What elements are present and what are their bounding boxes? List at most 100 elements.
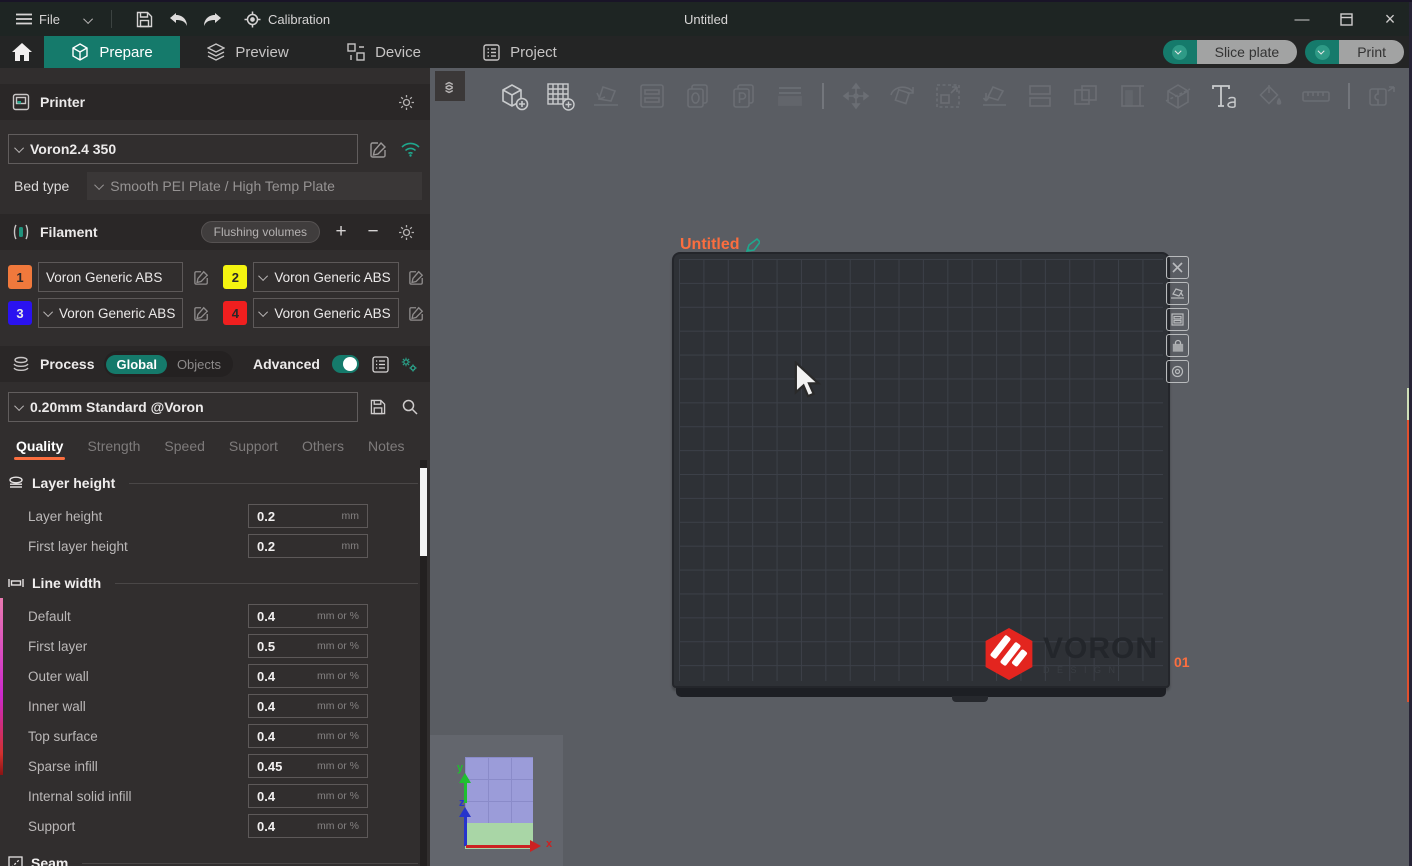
setting-label: Internal solid infill — [28, 789, 248, 804]
text-tool-icon[interactable] — [1206, 78, 1242, 114]
print-options-dropdown[interactable] — [1305, 40, 1339, 64]
file-menu-chevron[interactable] — [86, 12, 93, 27]
bed-type-select[interactable]: Smooth PEI Plate / High Temp Plate — [87, 172, 422, 200]
file-menu-button[interactable]: File — [10, 8, 66, 31]
filament-3-select[interactable]: Voron Generic ABS — [38, 298, 183, 328]
minimize-button[interactable]: — — [1280, 2, 1324, 36]
calibration-icon — [244, 11, 261, 28]
filament-1-select[interactable]: Voron Generic ABS — [38, 262, 183, 292]
tab-project-label: Project — [510, 44, 557, 61]
sidebar-scrollbar-thumb[interactable] — [420, 468, 427, 556]
printer-connection-wifi-icon[interactable] — [398, 137, 422, 161]
setting-row: Inner wall 0.4 mm or % — [28, 694, 430, 718]
measure-icon — [1298, 78, 1334, 114]
assembly-preview-thumbnail: y z x — [430, 735, 563, 866]
edit-filament-2-icon[interactable] — [405, 265, 429, 289]
maximize-button[interactable] — [1324, 2, 1368, 36]
line-width-default-input[interactable]: 0.4 mm or % — [248, 604, 368, 628]
group-seam: Seam — [0, 848, 430, 866]
main-nav: Prepare Preview Device Project Slice pl — [0, 36, 1412, 68]
add-filament-button[interactable]: + — [330, 221, 352, 243]
rotate-icon — [884, 78, 920, 114]
tab-strength[interactable]: Strength — [87, 438, 140, 460]
edit-plate-name-icon[interactable] — [746, 238, 760, 252]
edit-filament-3-icon[interactable] — [189, 301, 213, 325]
filament-3-color-badge[interactable]: 3 — [8, 301, 32, 325]
filament-4-select[interactable]: Voron Generic ABS — [253, 298, 398, 328]
build-plate[interactable]: VORON DESIGN — [672, 252, 1170, 688]
printer-preset-select[interactable]: Voron2.4 350 — [8, 134, 358, 164]
close-button[interactable]: × — [1368, 2, 1412, 36]
color-paint-icon — [1252, 78, 1288, 114]
edit-filament-4-icon[interactable] — [405, 301, 429, 325]
add-object-icon[interactable] — [496, 78, 532, 114]
tab-device[interactable]: Device — [316, 36, 452, 68]
add-plate-icon[interactable] — [542, 78, 578, 114]
collapse-sidebar-button[interactable]: «» — [435, 71, 465, 101]
line-width-first-layer-input[interactable]: 0.5 mm or % — [248, 634, 368, 658]
lock-plate-icon[interactable] — [1166, 334, 1189, 357]
collapse-chevrons-icon: «» — [440, 81, 461, 91]
process-preset-select[interactable]: 0.20mm Standard @Voron — [8, 392, 358, 422]
slice-options-dropdown[interactable] — [1163, 40, 1197, 64]
setting-value: 0.4 — [257, 729, 317, 744]
delete-plate-icon[interactable] — [1166, 256, 1189, 279]
settings-list: Layer height Layer height 0.2 mm First l… — [0, 468, 430, 866]
calibration-button[interactable]: Calibration — [244, 11, 330, 28]
tab-notes[interactable]: Notes — [368, 438, 405, 460]
viewport-3d[interactable]: «» — [430, 68, 1412, 866]
compare-presets-gears-icon[interactable] — [400, 352, 418, 376]
process-scope-toggle[interactable]: Global Objects — [104, 351, 233, 377]
group-divider — [129, 483, 418, 484]
edit-printer-icon[interactable] — [366, 137, 390, 161]
voron-logo-title: VORON — [1043, 634, 1158, 664]
edit-filament-1-icon[interactable] — [189, 265, 213, 289]
arrange-plate-icon[interactable] — [1166, 308, 1189, 331]
tab-project[interactable]: Project — [452, 36, 588, 68]
orient-plate-icon[interactable] — [1166, 282, 1189, 305]
tab-others[interactable]: Others — [302, 438, 344, 460]
background-window-sliver-right — [1407, 420, 1409, 702]
tab-speed[interactable]: Speed — [164, 438, 204, 460]
line-width-top-surface-input[interactable]: 0.4 mm or % — [248, 724, 368, 748]
flushing-volumes-button[interactable]: Flushing volumes — [201, 221, 320, 243]
plate-handle — [952, 696, 988, 702]
filament-1-color-badge[interactable]: 1 — [8, 265, 32, 289]
filament-2-color-badge[interactable]: 2 — [223, 265, 247, 289]
setting-label: Default — [28, 609, 248, 624]
parameter-list-icon[interactable] — [371, 352, 389, 376]
setting-label: Layer height — [28, 509, 248, 524]
save-preset-icon[interactable] — [366, 395, 390, 419]
line-width-sparse-infill-input[interactable]: 0.45 mm or % — [248, 754, 368, 778]
home-button[interactable] — [0, 36, 44, 68]
slice-plate-button[interactable]: Slice plate — [1163, 40, 1298, 64]
first-layer-height-input[interactable]: 0.2 mm — [248, 534, 368, 558]
undo-button[interactable] — [164, 6, 194, 32]
printer-settings-gear-icon[interactable] — [394, 90, 418, 114]
setting-value: 0.4 — [257, 789, 317, 804]
save-button[interactable] — [130, 6, 160, 32]
line-width-internal-solid-infill-input[interactable]: 0.4 mm or % — [248, 784, 368, 808]
tab-quality[interactable]: Quality — [16, 438, 63, 460]
process-icon — [12, 356, 30, 372]
axis-x-arrowhead — [530, 840, 541, 852]
tab-preview[interactable]: Preview — [180, 36, 316, 68]
filament-4-color-badge[interactable]: 4 — [223, 301, 247, 325]
filament-2-select[interactable]: Voron Generic ABS — [253, 262, 398, 292]
line-width-inner-wall-input[interactable]: 0.4 mm or % — [248, 694, 368, 718]
scope-global[interactable]: Global — [106, 355, 166, 374]
line-width-support-input[interactable]: 0.4 mm or % — [248, 814, 368, 838]
tab-support[interactable]: Support — [229, 438, 278, 460]
search-settings-icon[interactable] — [398, 395, 422, 419]
scope-objects[interactable]: Objects — [167, 355, 231, 374]
layer-height-input[interactable]: 0.2 mm — [248, 504, 368, 528]
split-to-parts-icon — [1068, 78, 1104, 114]
redo-button[interactable] — [198, 6, 228, 32]
print-button[interactable]: Print — [1305, 40, 1404, 64]
plate-settings-icon[interactable] — [1166, 360, 1189, 383]
line-width-outer-wall-input[interactable]: 0.4 mm or % — [248, 664, 368, 688]
remove-filament-button[interactable]: − — [362, 221, 384, 243]
advanced-toggle[interactable] — [332, 355, 359, 373]
filament-settings-gear-icon[interactable] — [394, 220, 418, 244]
tab-prepare[interactable]: Prepare — [44, 36, 180, 68]
